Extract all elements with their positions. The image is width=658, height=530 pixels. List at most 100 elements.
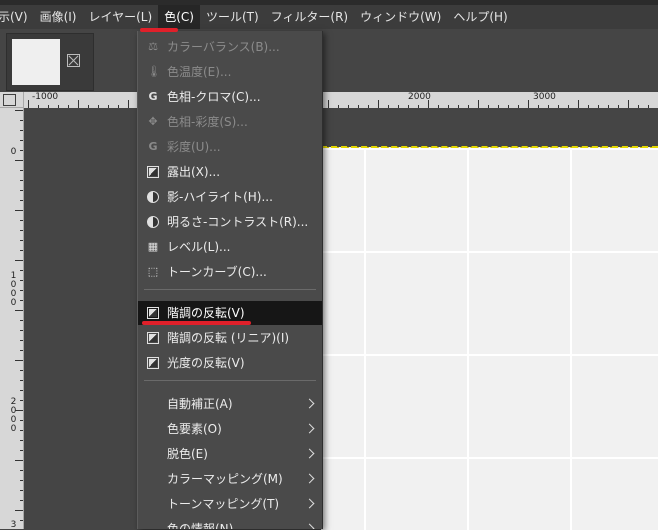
levels-icon: ▦ (147, 240, 159, 253)
ruler-tick (20, 150, 23, 151)
menu-item-label: 光度の反転(V) (167, 356, 245, 370)
ruler-tick (20, 180, 23, 181)
vertical-ruler[interactable]: 0 1000 2000 3 (0, 108, 24, 529)
ruler-tick (20, 500, 23, 501)
ruler-tick (15, 210, 23, 211)
ruler-tick (428, 100, 429, 108)
menu-help[interactable]: ヘルプ(H) (447, 5, 513, 29)
menu-item-exposure[interactable]: 露出(X)... (138, 160, 322, 184)
ruler-label: -1000 (32, 92, 59, 102)
ruler-tick (20, 350, 23, 351)
menu-item-curves[interactable]: ⬚ トーンカーブ(C)... (138, 260, 322, 284)
ruler-tick (20, 140, 23, 141)
menu-separator (144, 289, 316, 290)
annotation-underline-colors-menu (140, 28, 178, 32)
menu-colors[interactable]: 色(C) (158, 5, 200, 29)
ruler-tick (15, 310, 23, 311)
menu-item-levels[interactable]: ▦ レベル(L)... (138, 235, 322, 259)
ruler-tick (378, 100, 379, 108)
ruler-tick (20, 170, 23, 171)
close-icon[interactable] (67, 54, 80, 67)
menu-item-tone-mapping[interactable]: トーンマッピング(T) (138, 492, 322, 516)
chevron-right-icon (304, 398, 315, 409)
ruler-tick (478, 100, 479, 108)
menu-item-color-balance[interactable]: ⚖ カラーバランス(B)... (138, 35, 322, 59)
menu-item-components[interactable]: 色要素(O) (138, 417, 322, 441)
ruler-tick (20, 470, 23, 471)
menu-item-label: 色相-彩度(S)... (167, 115, 248, 129)
menubar: 示(V) 画像(I) レイヤー(L) 色(C) ツール(T) フィルター(R) … (0, 5, 658, 29)
menu-item-desaturate[interactable]: 脱色(E) (138, 442, 322, 466)
ruler-tick (78, 100, 79, 108)
ruler-tick (20, 280, 23, 281)
ruler-tick (20, 430, 23, 431)
image-canvas[interactable] (321, 147, 658, 530)
menu-item-map[interactable]: カラーマッピング(M) (138, 467, 322, 491)
saturation-icon: G (148, 140, 158, 153)
menu-item-hue-saturation[interactable]: ✥ 色相-彩度(S)... (138, 110, 322, 134)
ruler-tick (20, 240, 23, 241)
image-tab[interactable] (6, 33, 94, 91)
ruler-tick (20, 370, 23, 371)
menu-item-shadows-highlights[interactable]: 影-ハイライト(H)... (138, 185, 322, 209)
menu-item-brightness-contrast[interactable]: 明るさ-コントラスト(R)... (138, 210, 322, 234)
ruler-tick (528, 100, 529, 108)
chevron-right-icon (304, 448, 315, 459)
ruler-tick (20, 230, 23, 231)
ruler-tick (328, 100, 329, 108)
invert-icon (147, 307, 159, 319)
menu-item-label: トーンカーブ(C)... (167, 265, 267, 279)
exposure-icon (147, 166, 159, 178)
menu-item-label: 色の情報(N) (167, 522, 234, 529)
menu-item-label: 色温度(E)... (167, 65, 232, 79)
ruler-tick (20, 420, 23, 421)
color-balance-icon: ⚖ (148, 40, 158, 53)
menu-item-auto[interactable]: 自動補正(A) (138, 392, 322, 416)
ruler-label: 1000 (10, 271, 17, 308)
menu-item-saturation[interactable]: G 彩度(U)... (138, 135, 322, 159)
menu-item-label: 階調の反転 (リニア)(I) (167, 331, 290, 345)
shadows-highlights-icon (147, 191, 159, 203)
hue-saturation-icon: ✥ (148, 115, 158, 128)
ruler-label: 3 (10, 520, 17, 530)
horizontal-ruler[interactable]: -1000 2000 3000 (24, 92, 658, 109)
canvas-area[interactable] (24, 108, 658, 530)
menu-item-label: トーンマッピング(T) (167, 497, 280, 511)
navigation-corner-button[interactable] (0, 92, 24, 108)
ruler-tick (15, 460, 23, 461)
ruler-tick (20, 290, 23, 291)
ruler-tick (15, 360, 23, 361)
ruler-tick (20, 220, 23, 221)
chevron-right-icon (304, 473, 315, 484)
ruler-tick (20, 250, 23, 251)
menu-tools[interactable]: ツール(T) (200, 5, 265, 29)
ruler-tick (20, 330, 23, 331)
menu-layer[interactable]: レイヤー(L) (82, 5, 158, 29)
ruler-tick (628, 100, 629, 108)
menu-item-value-invert[interactable]: 光度の反転(V) (138, 351, 322, 375)
image-tab-bar (0, 29, 658, 92)
menu-windows[interactable]: ウィンドウ(W) (354, 5, 447, 29)
menu-item-linear-invert[interactable]: 階調の反転 (リニア)(I) (138, 326, 322, 350)
chevron-right-icon (304, 498, 315, 509)
menu-filters[interactable]: フィルター(R) (265, 5, 354, 29)
ruler-tick (128, 100, 129, 108)
ruler-tick (20, 400, 23, 401)
value-invert-icon (147, 357, 159, 369)
image-thumbnail[interactable] (12, 39, 60, 85)
ruler-tick (20, 490, 23, 491)
menu-item-info[interactable]: 色の情報(N) (138, 517, 322, 529)
menu-item-hue-chroma[interactable]: G 色相-クロマ(C)... (138, 85, 322, 109)
menu-item-label: 影-ハイライト(H)... (167, 190, 273, 204)
menu-separator (144, 380, 316, 381)
menu-image[interactable]: 画像(I) (34, 5, 83, 29)
ruler-tick (15, 410, 23, 411)
hue-chroma-icon: G (148, 90, 158, 103)
menu-item-color-temperature[interactable]: 🌡 色温度(E)... (138, 60, 322, 84)
ruler-tick (28, 100, 29, 108)
ruler-tick (15, 160, 23, 161)
ruler-label: 0 (10, 147, 17, 157)
chevron-right-icon (304, 523, 315, 529)
ruler-tick (20, 190, 23, 191)
menu-view[interactable]: 示(V) (0, 5, 34, 29)
